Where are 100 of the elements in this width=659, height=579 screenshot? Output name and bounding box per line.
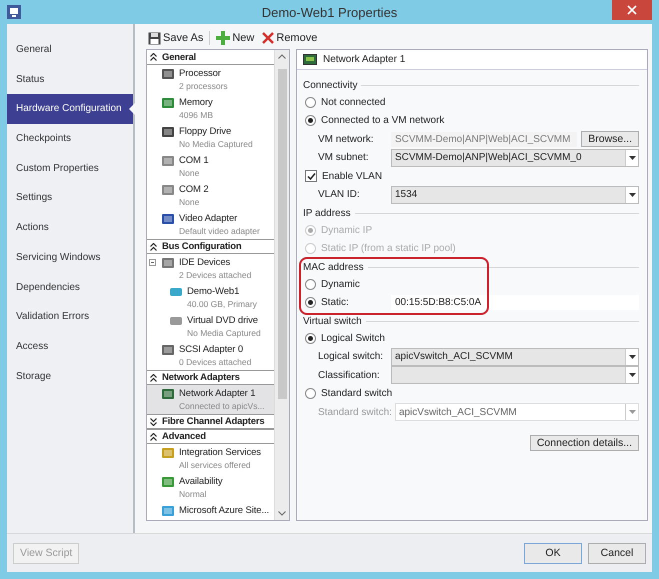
- radio-label[interactable]: Dynamic: [321, 278, 360, 290]
- device-icon: [169, 286, 183, 298]
- device-icon: [161, 184, 175, 196]
- radio-button[interactable]: [305, 388, 316, 400]
- item-name: Floppy Drive: [179, 125, 232, 138]
- toolbar-button[interactable]: Remove: [260, 32, 320, 44]
- hardware-item[interactable]: COM 2 None: [147, 181, 274, 210]
- hardware-item[interactable]: COM 1 None: [147, 152, 274, 181]
- scrollbar[interactable]: [274, 50, 289, 520]
- close-icon: [627, 5, 637, 15]
- hardware-item[interactable]: Integration Services All services offered: [147, 444, 274, 473]
- radio-label[interactable]: Logical Switch: [321, 332, 385, 344]
- nav-item[interactable]: Validation Errors: [7, 302, 133, 332]
- group-heading: IP address: [303, 208, 351, 218]
- item-name: SCSI Adapter 0: [179, 343, 244, 356]
- dropdown-arrow-icon: [628, 192, 636, 197]
- nav-item[interactable]: General: [7, 35, 133, 65]
- hardware-item[interactable]: SCSI Adapter 0 0 Devices attached: [147, 341, 274, 370]
- hardware-item[interactable]: Demo-Web1 40.00 GB, Primary: [147, 283, 274, 312]
- nav-item[interactable]: Hardware Configuration: [7, 94, 133, 124]
- item-name: Video Adapter: [179, 212, 238, 225]
- nav-item[interactable]: Settings: [7, 183, 133, 214]
- hardware-item[interactable]: Network Adapter 1 Connected to apicVs...: [147, 385, 274, 414]
- radio-button[interactable]: [305, 278, 316, 290]
- dropdown[interactable]: SCVMM-Demo|ANP|Web|ACI_SCVMM_0: [391, 148, 639, 167]
- scroll-down-icon: [278, 511, 286, 516]
- section-header[interactable]: Fibre Channel Adapters: [147, 414, 274, 429]
- nav-item[interactable]: Access: [7, 332, 133, 362]
- cancel-button[interactable]: Cancel: [588, 542, 646, 564]
- radio-label[interactable]: Connected to a VM network: [321, 115, 444, 126]
- item-detail: Default video adapter: [179, 225, 260, 237]
- delete-icon: [262, 32, 274, 44]
- dropdown[interactable]: 1534: [391, 186, 639, 204]
- device-icon: [161, 213, 175, 225]
- app-icon: [7, 5, 21, 19]
- close-button[interactable]: [612, 0, 652, 20]
- device-icon: [161, 155, 175, 167]
- nav-item[interactable]: Storage: [7, 362, 133, 392]
- dropdown-arrow-icon: [628, 156, 636, 160]
- device-icon: [161, 97, 175, 109]
- toolbar-button[interactable]: Save As: [146, 32, 206, 44]
- item-detail: None: [179, 196, 200, 208]
- group-heading: Connectivity: [303, 80, 358, 90]
- radio-button[interactable]: [305, 96, 316, 108]
- expand-icon: [150, 418, 157, 426]
- field-label: Classification:: [318, 370, 381, 381]
- radio-label[interactable]: Static:: [321, 297, 391, 308]
- hardware-item[interactable]: Memory 4096 MB: [147, 94, 274, 123]
- collapse-icon: [150, 242, 157, 250]
- section-header[interactable]: General: [147, 50, 274, 65]
- nav-item[interactable]: Dependencies: [7, 272, 133, 302]
- nav-item[interactable]: Servicing Windows: [7, 242, 133, 272]
- device-icon: [161, 126, 175, 138]
- dropdown[interactable]: apicVswitch_ACI_SCVMM: [391, 348, 639, 366]
- hardware-item[interactable]: Floppy Drive No Media Captured: [147, 123, 274, 152]
- hardware-item[interactable]: Virtual DVD drive No Media Captured: [147, 312, 274, 341]
- nav-item[interactable]: Checkpoints: [7, 124, 133, 154]
- item-name: Network Adapter 1: [179, 387, 256, 400]
- section-header[interactable]: Advanced: [147, 429, 274, 444]
- nav-item[interactable]: Status: [7, 64, 133, 94]
- device-icon: [161, 388, 175, 400]
- item-name: Microsoft Azure Site...: [179, 504, 270, 517]
- item-detail: 2 processors: [179, 80, 228, 92]
- nav-item[interactable]: Custom Properties: [7, 154, 133, 184]
- nav-item[interactable]: Actions: [7, 213, 133, 243]
- dropdown[interactable]: [391, 366, 639, 384]
- item-detail: 2 Devices attached: [179, 269, 252, 281]
- connection-details-button[interactable]: Connection details...: [530, 434, 639, 450]
- item-detail: 4096 MB: [179, 109, 214, 121]
- window-title: Demo-Web1 Properties: [260, 4, 398, 20]
- section-header[interactable]: Bus Configuration: [147, 239, 274, 254]
- item-name: COM 1: [179, 154, 209, 167]
- item-detail: Normal: [179, 488, 208, 500]
- item-name: Availability: [179, 475, 223, 488]
- checkbox-label[interactable]: Enable VLAN: [322, 170, 382, 182]
- checkbox[interactable]: [305, 170, 317, 182]
- radio-label[interactable]: Standard switch: [321, 388, 392, 400]
- group-heading: Virtual switch: [303, 316, 362, 326]
- toolbar-button[interactable]: New: [214, 31, 256, 45]
- item-detail: No Media Captured: [179, 138, 253, 150]
- device-icon: [161, 476, 175, 488]
- collapse-icon: [150, 374, 157, 382]
- field-label: VM subnet:: [318, 152, 370, 164]
- hardware-item[interactable]: Video Adapter Default video adapter: [147, 210, 274, 239]
- ok-button[interactable]: OK: [524, 542, 582, 564]
- field-label: VLAN ID:: [318, 189, 361, 200]
- section-header[interactable]: Network Adapters: [147, 370, 274, 385]
- radio-label[interactable]: Not connected: [321, 96, 386, 108]
- hardware-item[interactable]: Availability Normal: [147, 473, 274, 502]
- field-label: VM network:: [318, 134, 375, 145]
- item-detail: None: [179, 167, 200, 179]
- radio-button[interactable]: [305, 332, 316, 344]
- radio-button[interactable]: [305, 297, 316, 308]
- hardware-item[interactable]: Processor 2 processors: [147, 65, 274, 94]
- mac-address-field[interactable]: 00:15:5D:B8:C5:0A: [391, 295, 639, 310]
- hardware-item[interactable]: Microsoft Azure Site...: [147, 502, 274, 520]
- radio-button[interactable]: [305, 115, 316, 126]
- device-icon: [161, 447, 175, 459]
- scroll-thumb[interactable]: [278, 69, 286, 399]
- hardware-item[interactable]: IDE Devices 2 Devices attached: [147, 254, 274, 283]
